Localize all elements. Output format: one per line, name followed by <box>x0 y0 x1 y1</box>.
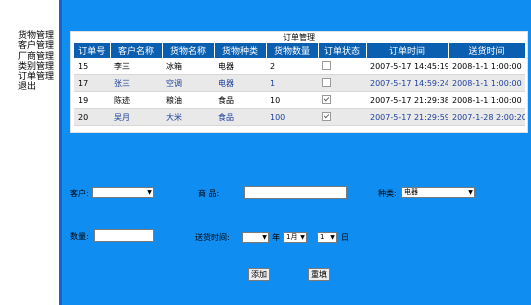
add-button[interactable]: 添加 <box>248 268 270 281</box>
table-row[interactable]: 15 李三 冰箱 电器 2 2007-5-17 14:45:19 2008-1-… <box>74 58 525 75</box>
order-status <box>318 91 366 109</box>
goods-category: 食品 <box>214 108 266 126</box>
customer-select[interactable]: ▼ <box>92 187 154 198</box>
column-header: 货物种类 <box>214 43 267 58</box>
sidebar-item-orders[interactable]: 订单管理 <box>18 72 54 82</box>
category-select-value: 电器 <box>404 188 418 196</box>
goods-name: 粮油 <box>162 91 214 109</box>
order-time: 2007-5-17 21:29:59 <box>366 108 448 126</box>
year-select[interactable]: ▼ <box>242 232 269 243</box>
order-status-checkbox[interactable] <box>322 60 331 70</box>
order-status <box>318 74 366 92</box>
goods-input[interactable] <box>244 186 347 199</box>
orders-table: 订单号 客户名称 货物名称 货物种类 货物数量 订单状态 订单时间 送货时间 1… <box>74 43 526 126</box>
chevron-down-icon: ▼ <box>468 189 473 196</box>
delivery-time: 2008-1-1 1:00:00 <box>448 58 525 75</box>
goods-category: 电器 <box>214 74 266 92</box>
column-header: 订单时间 <box>366 43 449 58</box>
customer-label: 客户: <box>70 189 89 198</box>
category-label: 种类: <box>378 189 397 198</box>
order-id: 20 <box>74 108 110 126</box>
reset-button[interactable]: 重填 <box>308 268 330 281</box>
sidebar-item-categories[interactable]: 类别管理 <box>18 62 54 72</box>
quantity-input[interactable] <box>94 229 154 242</box>
chevron-down-icon: ▼ <box>330 234 335 241</box>
sidebar: 货物管理 客户管理 厂商管理 类别管理 订单管理 退出 <box>0 0 62 305</box>
month-select[interactable]: 1月 ▼ <box>283 232 307 243</box>
goods-category: 电器 <box>214 58 266 75</box>
customer-name: 陈迹 <box>110 91 162 109</box>
goods-label: 商 品: <box>198 189 220 198</box>
table-header-row: 订单号 客户名称 货物名称 货物种类 货物数量 订单状态 订单时间 送货时间 <box>74 43 526 58</box>
month-select-value: 1月 <box>286 233 298 241</box>
order-status <box>318 108 366 126</box>
order-status-checkbox[interactable] <box>322 111 331 121</box>
goods-name: 冰箱 <box>162 58 214 75</box>
column-header: 客户名称 <box>110 43 163 58</box>
goods-quantity: 2 <box>266 58 318 75</box>
delivery-time: 2007-1-28 2:00:20 <box>448 108 525 126</box>
goods-name: 大米 <box>162 108 214 126</box>
order-time: 2007-5-17 14:59:24 <box>366 74 448 92</box>
order-panel: 订单管理 订单号 客户名称 货物名称 货物种类 货物数量 订单状态 订单时间 送… <box>70 31 528 133</box>
quantity-label: 数量: <box>70 232 89 241</box>
day-select[interactable]: 1 ▼ <box>317 232 337 243</box>
delivery-time: 2008-1-1 1:00:00 <box>448 74 525 92</box>
column-header: 订单号 <box>74 43 111 58</box>
column-header: 订单状态 <box>318 43 367 58</box>
day-select-value: 1 <box>320 233 325 241</box>
table-row[interactable]: 19 陈迹 粮油 食品 10 2007-5-17 21:29:38 2008-1… <box>74 91 525 109</box>
order-id: 19 <box>74 91 110 109</box>
customer-name: 吴月 <box>110 108 162 126</box>
year-unit: 年 <box>272 233 280 242</box>
table-row[interactable]: 17 张三 空调 电器 1 2007-5-17 14:59:24 2008-1-… <box>74 74 525 92</box>
goods-category: 食品 <box>214 91 266 109</box>
order-id: 15 <box>74 58 110 75</box>
category-select[interactable]: 电器 ▼ <box>401 187 475 198</box>
order-status <box>318 58 366 75</box>
goods-quantity: 10 <box>266 91 318 109</box>
customer-name: 李三 <box>110 58 162 75</box>
sidebar-item-logout[interactable]: 退出 <box>18 82 54 92</box>
order-time: 2007-5-17 14:45:19 <box>366 58 448 75</box>
sidebar-item-manufacturers[interactable]: 厂商管理 <box>18 52 54 62</box>
chevron-down-icon: ▼ <box>147 189 152 196</box>
chevron-down-icon: ▼ <box>300 234 305 241</box>
order-id: 17 <box>74 74 110 92</box>
main-panel: 订单管理 订单号 客户名称 货物名称 货物种类 货物数量 订单状态 订单时间 送… <box>62 0 531 305</box>
goods-quantity: 1 <box>266 74 318 92</box>
column-header: 送货时间 <box>448 43 526 58</box>
delivery-time-label: 送货时间: <box>195 233 230 242</box>
column-header: 货物名称 <box>162 43 215 58</box>
goods-quantity: 100 <box>266 108 318 126</box>
order-time: 2007-5-17 21:29:38 <box>366 91 448 109</box>
sidebar-item-customers[interactable]: 客户管理 <box>18 41 54 51</box>
day-unit: 日 <box>341 233 349 242</box>
sidebar-item-goods[interactable]: 货物管理 <box>18 31 54 41</box>
chevron-down-icon: ▼ <box>262 234 267 241</box>
order-panel-title: 订单管理 <box>283 33 315 42</box>
delivery-time: 2008-1-1 1:00:00 <box>448 91 525 109</box>
customer-name: 张三 <box>110 74 162 92</box>
sidebar-menu: 货物管理 客户管理 厂商管理 类别管理 订单管理 退出 <box>18 31 54 93</box>
column-header: 货物数量 <box>266 43 319 58</box>
goods-name: 空调 <box>162 74 214 92</box>
order-status-checkbox[interactable] <box>322 94 331 104</box>
order-status-checkbox[interactable] <box>322 77 331 87</box>
table-row[interactable]: 20 吴月 大米 食品 100 2007-5-17 21:29:59 2007-… <box>74 108 525 126</box>
